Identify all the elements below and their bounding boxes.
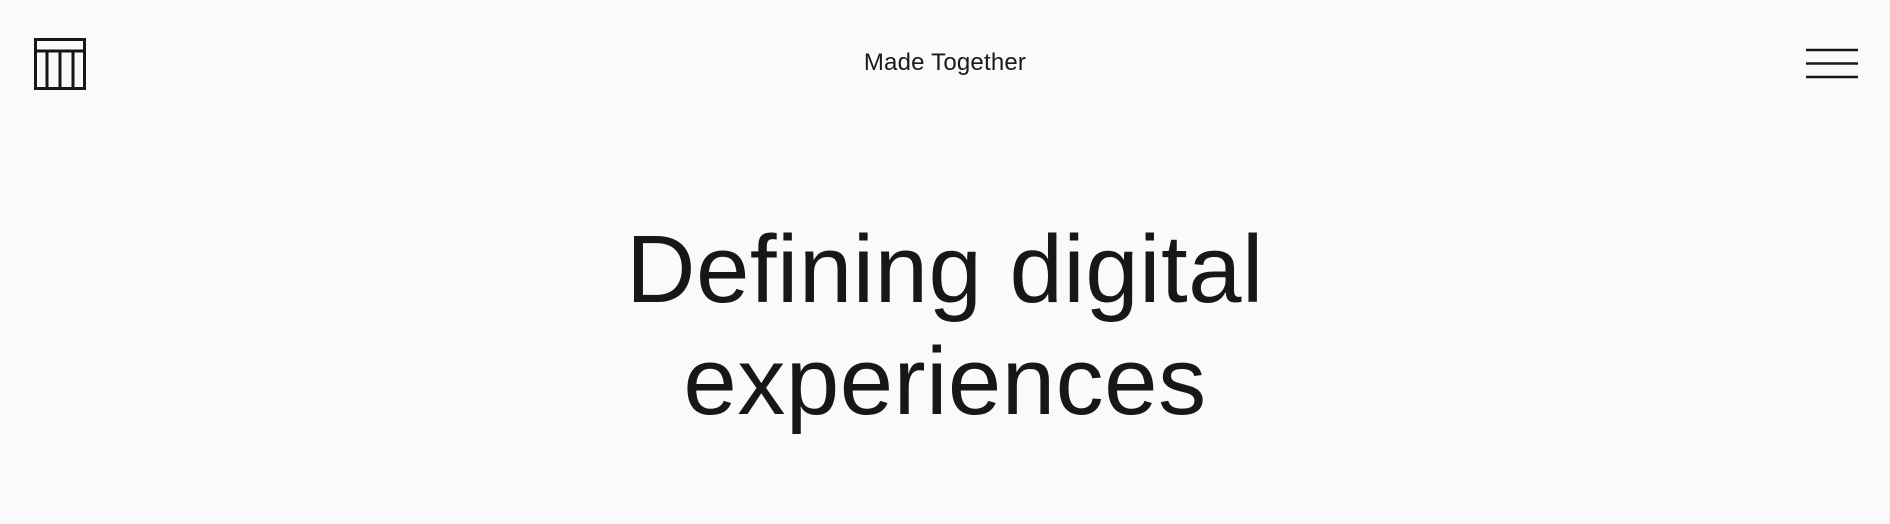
menu-button[interactable]	[1806, 47, 1858, 83]
hero-headline: Defining digital experiences	[0, 214, 1890, 438]
site-header: Made Together	[0, 0, 1890, 130]
site-title: Made Together	[863, 49, 1027, 76]
hero-headline-line-1: Defining digital	[626, 216, 1264, 323]
hamburger-menu-icon	[1806, 48, 1858, 79]
hero-headline-line-2: experiences	[683, 328, 1207, 435]
hero-section: Defining digital experiences	[0, 214, 1890, 438]
